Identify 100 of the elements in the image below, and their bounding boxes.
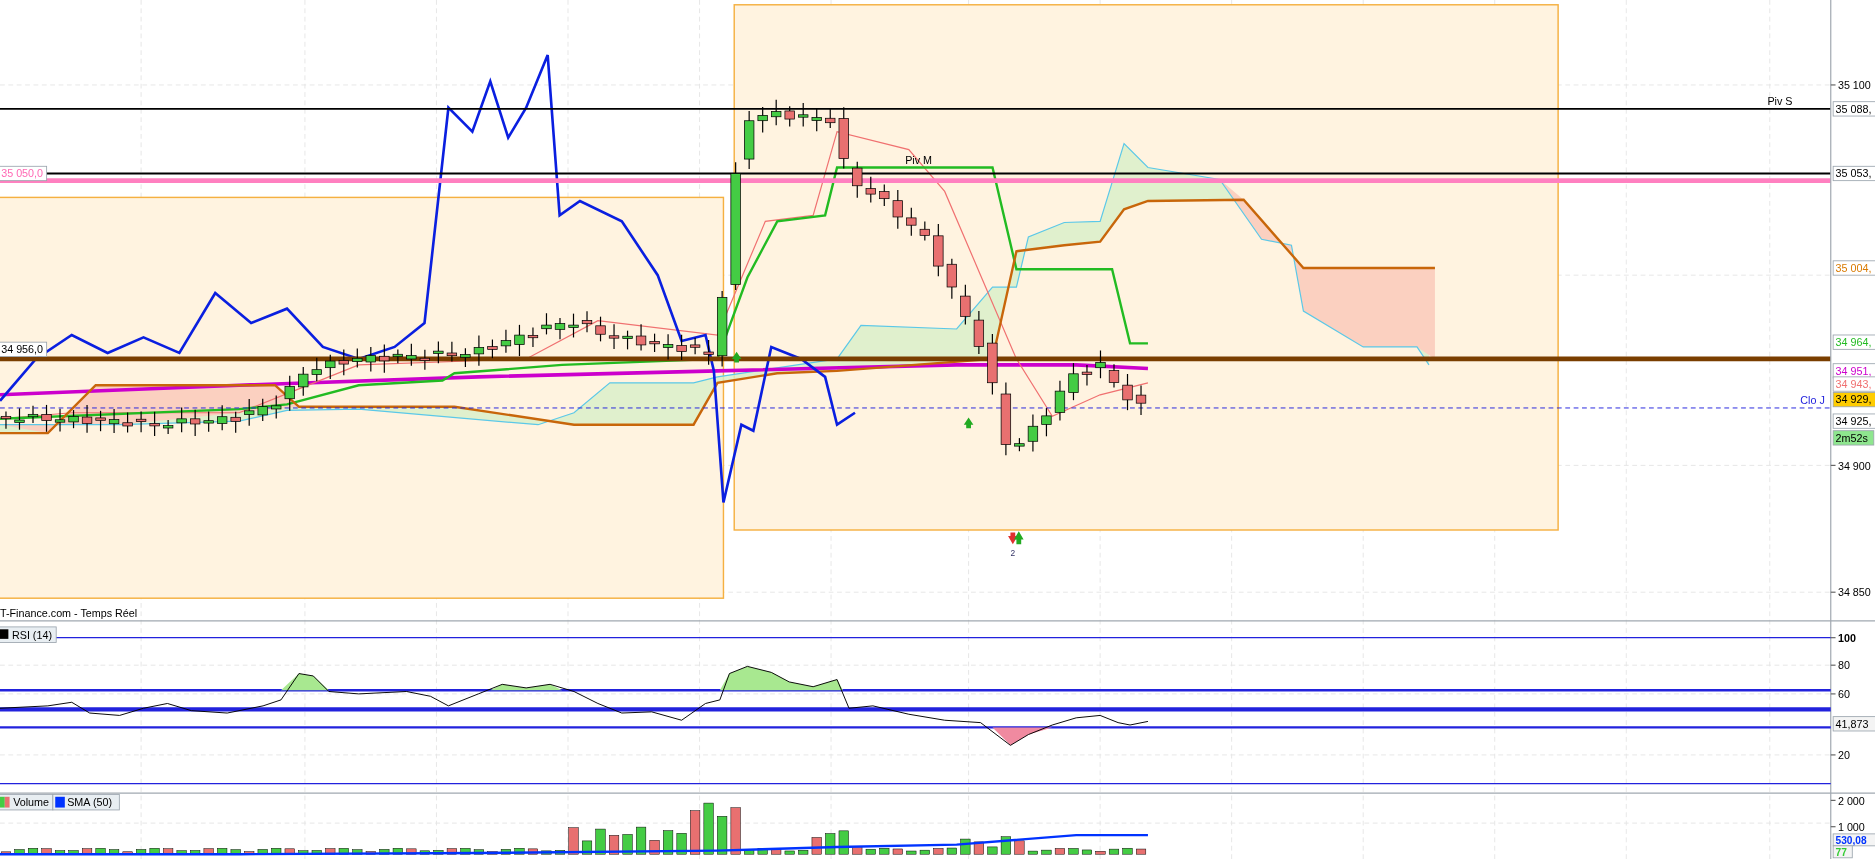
candle xyxy=(825,107,836,129)
candle xyxy=(365,346,376,373)
up-arrow-icon xyxy=(731,351,742,363)
candle xyxy=(230,411,241,434)
candle xyxy=(568,313,579,339)
candle xyxy=(906,207,917,237)
candle xyxy=(176,406,187,433)
candle xyxy=(217,404,228,431)
tick-mark xyxy=(1830,664,1837,666)
tick-mark xyxy=(1830,754,1837,756)
candle xyxy=(1135,384,1147,416)
price-tag: 34 925, xyxy=(1832,413,1875,429)
candle xyxy=(635,323,647,352)
candle xyxy=(744,110,755,170)
candle xyxy=(811,108,822,132)
candle xyxy=(338,348,349,376)
candle xyxy=(54,408,66,433)
candle xyxy=(1014,437,1025,452)
candle xyxy=(1095,349,1106,379)
candle xyxy=(554,317,566,340)
tick-mark xyxy=(1830,591,1837,593)
overbought-area xyxy=(490,684,562,691)
countdown-tag: 2m52s xyxy=(1832,430,1875,446)
candle xyxy=(271,394,282,420)
candle xyxy=(406,343,417,367)
candle xyxy=(987,333,998,396)
candle xyxy=(487,338,498,359)
tick-mark xyxy=(1830,799,1837,801)
candle xyxy=(379,344,390,374)
candle xyxy=(244,398,255,427)
axis-tick-label: 34 900 xyxy=(1837,459,1871,472)
candle xyxy=(135,410,147,433)
price-tag: 35 053, xyxy=(1832,165,1875,182)
up-arrow-icon xyxy=(963,417,974,429)
line-label: Clo J xyxy=(1800,394,1825,407)
candle xyxy=(190,409,201,437)
line-label: Piv M xyxy=(905,153,933,166)
current-price-tag: 34 929, xyxy=(1832,392,1875,408)
candle xyxy=(892,189,903,230)
candle xyxy=(865,176,876,204)
axis-tick-label: 2 000 xyxy=(1837,794,1865,807)
candle xyxy=(460,347,471,368)
candle xyxy=(500,329,512,354)
line-label: Piv S xyxy=(1767,95,1793,108)
candle xyxy=(446,341,458,363)
candle xyxy=(771,99,782,126)
volume-value-tag: 77 xyxy=(1832,845,1853,859)
axis-tick-label: 100 xyxy=(1837,631,1856,644)
candle xyxy=(838,106,849,170)
candle xyxy=(919,220,930,242)
oversold-area xyxy=(992,727,1053,746)
candle xyxy=(298,366,309,397)
volume-value-tag: 530,08 xyxy=(1832,833,1875,847)
price-tag: 35 050,0 xyxy=(0,165,48,182)
candle xyxy=(68,409,79,429)
candle xyxy=(163,419,174,435)
candle xyxy=(1027,413,1039,453)
candle xyxy=(595,316,606,342)
candle xyxy=(257,398,268,422)
candle xyxy=(108,408,120,434)
price-tag: 34 943, xyxy=(1832,376,1875,392)
candle xyxy=(662,333,674,361)
price-tag: 35 004, xyxy=(1832,260,1875,276)
candle xyxy=(973,310,984,355)
axis-tick-label: 60 xyxy=(1837,688,1850,701)
candle xyxy=(311,357,322,382)
candle xyxy=(527,326,539,348)
candle xyxy=(1068,362,1079,401)
candle xyxy=(14,407,25,431)
candle xyxy=(757,106,768,134)
candle xyxy=(581,310,593,333)
price-tag: 34 956,0 xyxy=(0,341,48,357)
candle xyxy=(95,410,106,432)
rsi-value-tag: 41,873 xyxy=(1832,716,1875,732)
candle xyxy=(1054,380,1066,422)
axis-tick-label: 20 xyxy=(1837,749,1850,762)
candle xyxy=(27,405,39,424)
candle xyxy=(203,410,214,433)
axis-tick-label: 1 000 xyxy=(1837,820,1865,833)
overbought-area xyxy=(281,673,329,691)
candle xyxy=(514,324,525,357)
candle xyxy=(798,102,809,128)
tick-mark xyxy=(1830,693,1837,695)
candle xyxy=(852,161,863,199)
tick-mark xyxy=(1830,84,1837,86)
tick-mark xyxy=(1830,464,1837,466)
legend-tag: RSI (14) xyxy=(0,626,57,643)
axis-tick-label: 34 850 xyxy=(1837,586,1871,599)
candle xyxy=(325,354,336,380)
candle xyxy=(419,349,430,371)
price-tag: 34 964, xyxy=(1832,334,1875,350)
candle xyxy=(676,334,687,361)
legend-tag: Volume xyxy=(0,794,54,811)
candle xyxy=(649,333,660,353)
candle xyxy=(473,334,485,367)
candle xyxy=(689,337,701,355)
down-arrow-icon xyxy=(1008,532,1018,545)
candle xyxy=(879,183,890,207)
up-arrow-icon xyxy=(1014,531,1024,545)
candle xyxy=(41,404,52,433)
